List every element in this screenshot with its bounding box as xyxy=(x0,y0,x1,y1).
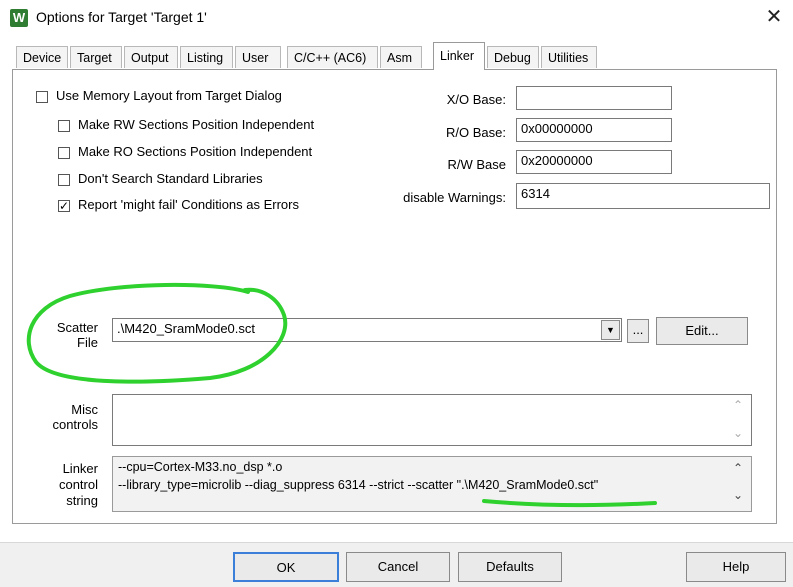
tab-output[interactable]: Output xyxy=(124,46,178,68)
xo-base-label: X/O Base: xyxy=(446,92,506,107)
scatter-file-combobox[interactable]: .\M420_SramMode0.sct xyxy=(112,318,622,342)
dont-search-std-libs-label: Don't Search Standard Libraries xyxy=(78,171,263,186)
report-might-fail-checkbox[interactable]: ✓ xyxy=(58,200,70,212)
tab-asm[interactable]: Asm xyxy=(380,46,422,68)
defaults-button[interactable]: Defaults xyxy=(458,552,562,582)
close-icon[interactable]: ✕ xyxy=(763,5,785,29)
rw-base-label: R/W Base xyxy=(447,157,506,172)
rw-independent-label: Make RW Sections Position Independent xyxy=(78,117,315,132)
scatter-label-line2: File xyxy=(77,335,98,350)
uvision-app-icon: W xyxy=(10,9,28,27)
scroll-down-icon[interactable]: ⌄ xyxy=(728,488,748,502)
tab-debug[interactable]: Debug xyxy=(487,46,539,68)
xo-base-input[interactable] xyxy=(516,86,672,110)
window-title: Options for Target 'Target 1' xyxy=(36,9,207,25)
tab-c-cpp-ac6[interactable]: C/C++ (AC6) xyxy=(287,46,378,68)
linker-string-line1: --cpu=Cortex-M33.no_dsp *.o xyxy=(118,460,283,474)
misc-label-line1: Misc xyxy=(71,402,98,417)
tab-listing[interactable]: Listing xyxy=(180,46,233,68)
cancel-button[interactable]: Cancel xyxy=(346,552,450,582)
linker-string-line2: --library_type=microlib --diag_suppress … xyxy=(118,478,599,492)
misc-label-line2: controls xyxy=(52,417,98,432)
scatter-label-line1: Scatter xyxy=(56,320,98,335)
ro-base-label: R/O Base: xyxy=(446,125,506,140)
browse-button[interactable]: ... xyxy=(627,319,649,343)
ro-base-input[interactable]: 0x00000000 xyxy=(516,118,672,142)
tab-utilities[interactable]: Utilities xyxy=(541,46,597,68)
report-might-fail-label: Report 'might fail' Conditions as Errors xyxy=(78,197,299,212)
linker-label-line3: string xyxy=(66,493,98,508)
tab-user[interactable]: User xyxy=(235,46,281,68)
misc-controls-label: Misc controls xyxy=(40,402,98,432)
linker-control-string-label: Linker control string xyxy=(40,461,98,509)
disable-warnings-label: disable Warnings: xyxy=(403,190,506,205)
scroll-up-icon[interactable]: ⌃ xyxy=(728,461,748,475)
tab-target[interactable]: Target xyxy=(70,46,122,68)
misc-controls-textarea[interactable] xyxy=(112,394,752,446)
tab-linker[interactable]: Linker xyxy=(433,42,485,70)
rw-base-input[interactable]: 0x20000000 xyxy=(516,150,672,174)
linker-label-line1: Linker xyxy=(62,461,98,476)
ok-button[interactable]: OK xyxy=(233,552,339,582)
scroll-up-icon: ⌃ xyxy=(732,398,744,412)
dont-search-std-libs-checkbox[interactable] xyxy=(58,174,70,186)
ro-independent-checkbox[interactable] xyxy=(58,147,70,159)
scroll-down-icon: ⌄ xyxy=(732,426,744,440)
linker-label-line2: control xyxy=(58,477,98,492)
disable-warnings-input[interactable]: 6314 xyxy=(516,183,770,209)
use-memory-layout-checkbox[interactable] xyxy=(36,91,48,103)
chevron-down-icon[interactable]: ▼ xyxy=(601,320,620,340)
edit-scatter-button[interactable]: Edit... xyxy=(656,317,748,345)
use-memory-layout-label: Use Memory Layout from Target Dialog xyxy=(56,88,282,103)
rw-independent-checkbox[interactable] xyxy=(58,120,70,132)
ro-independent-label: Make RO Sections Position Independent xyxy=(78,144,313,159)
help-button[interactable]: Help xyxy=(686,552,786,582)
tab-device[interactable]: Device xyxy=(16,46,68,68)
scatter-file-label: Scatter File xyxy=(40,320,98,350)
